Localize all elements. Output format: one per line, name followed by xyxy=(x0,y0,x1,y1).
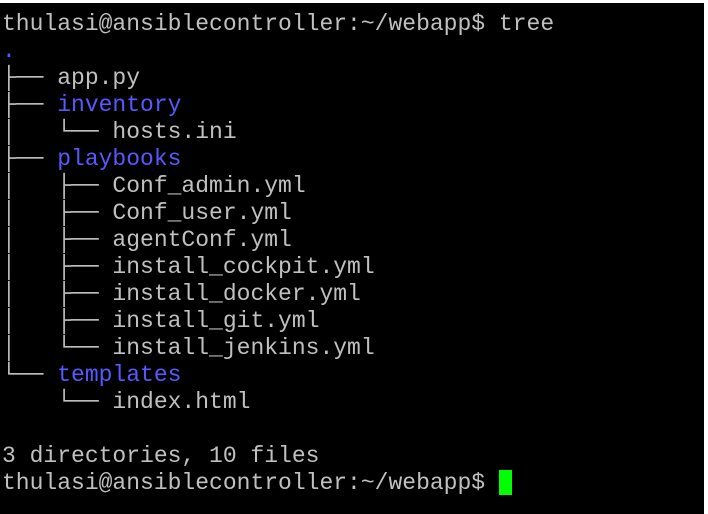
tree-entry: │ ├── Conf_admin.yml xyxy=(2,173,704,200)
tree-summary: 3 directories, 10 files xyxy=(2,443,320,469)
file-name: app.py xyxy=(57,65,141,91)
tree-branch: ├── xyxy=(2,92,58,118)
terminal-window[interactable]: thulasi@ansiblecontroller:~/webapp$ tree… xyxy=(0,3,704,514)
file-name: agentConf.yml xyxy=(112,227,292,253)
tree-entry: │ ├── install_git.yml xyxy=(2,308,704,335)
tree-entry: │ ├── Conf_user.yml xyxy=(2,200,704,227)
tree-branch: └── xyxy=(2,389,113,415)
tree-branch: ├── xyxy=(2,65,58,91)
prompt: thulasi@ansiblecontroller:~/webapp$ xyxy=(2,470,486,496)
tree-entry: └── templates xyxy=(2,362,704,389)
prompt: thulasi@ansiblecontroller:~/webapp$ xyxy=(2,11,486,37)
tree-entry: ├── playbooks xyxy=(2,146,704,173)
tree-branch: │ └── xyxy=(2,335,113,361)
tree-entry: └── index.html xyxy=(2,389,704,416)
file-name: install_cockpit.yml xyxy=(112,254,375,280)
directory-name: templates xyxy=(57,362,182,388)
tree-branch: ├── xyxy=(2,146,58,172)
tree-entry: │ └── hosts.ini xyxy=(2,119,704,146)
command: tree xyxy=(498,11,555,37)
tree-branch: │ └── xyxy=(2,119,113,145)
tree-root: . xyxy=(2,38,16,64)
file-name: hosts.ini xyxy=(112,119,237,145)
text-cursor[interactable] xyxy=(498,470,512,495)
tree-entry: │ ├── install_cockpit.yml xyxy=(2,254,704,281)
file-name: Conf_user.yml xyxy=(112,200,292,226)
tree-entry: │ └── install_jenkins.yml xyxy=(2,335,704,362)
tree-branch: │ ├── xyxy=(2,254,113,280)
tree-entry: ├── inventory xyxy=(2,92,704,119)
file-name: Conf_admin.yml xyxy=(112,173,306,199)
tree-branch: └── xyxy=(2,362,58,388)
file-name: index.html xyxy=(112,389,251,415)
tree-entry: │ ├── agentConf.yml xyxy=(2,227,704,254)
command-line: thulasi@ansiblecontroller:~/webapp$ tree xyxy=(2,11,704,38)
active-prompt-line[interactable]: thulasi@ansiblecontroller:~/webapp$ xyxy=(2,470,704,497)
tree-branch: │ ├── xyxy=(2,281,113,307)
tree-entry: │ ├── install_docker.yml xyxy=(2,281,704,308)
tree-branch: │ ├── xyxy=(2,173,113,199)
tree-branch: │ ├── xyxy=(2,308,113,334)
directory-name: inventory xyxy=(57,92,182,118)
tree-entry: ├── app.py xyxy=(2,65,704,92)
file-name: install_jenkins.yml xyxy=(112,335,375,361)
tree-branch: │ ├── xyxy=(2,200,113,226)
tree-output: ├── app.py ├── inventory │ └── hosts.ini ├─… xyxy=(2,65,704,416)
file-name: install_docker.yml xyxy=(112,281,361,307)
tree-branch: │ ├── xyxy=(2,227,113,253)
directory-name: playbooks xyxy=(57,146,182,172)
file-name: install_git.yml xyxy=(112,308,320,334)
